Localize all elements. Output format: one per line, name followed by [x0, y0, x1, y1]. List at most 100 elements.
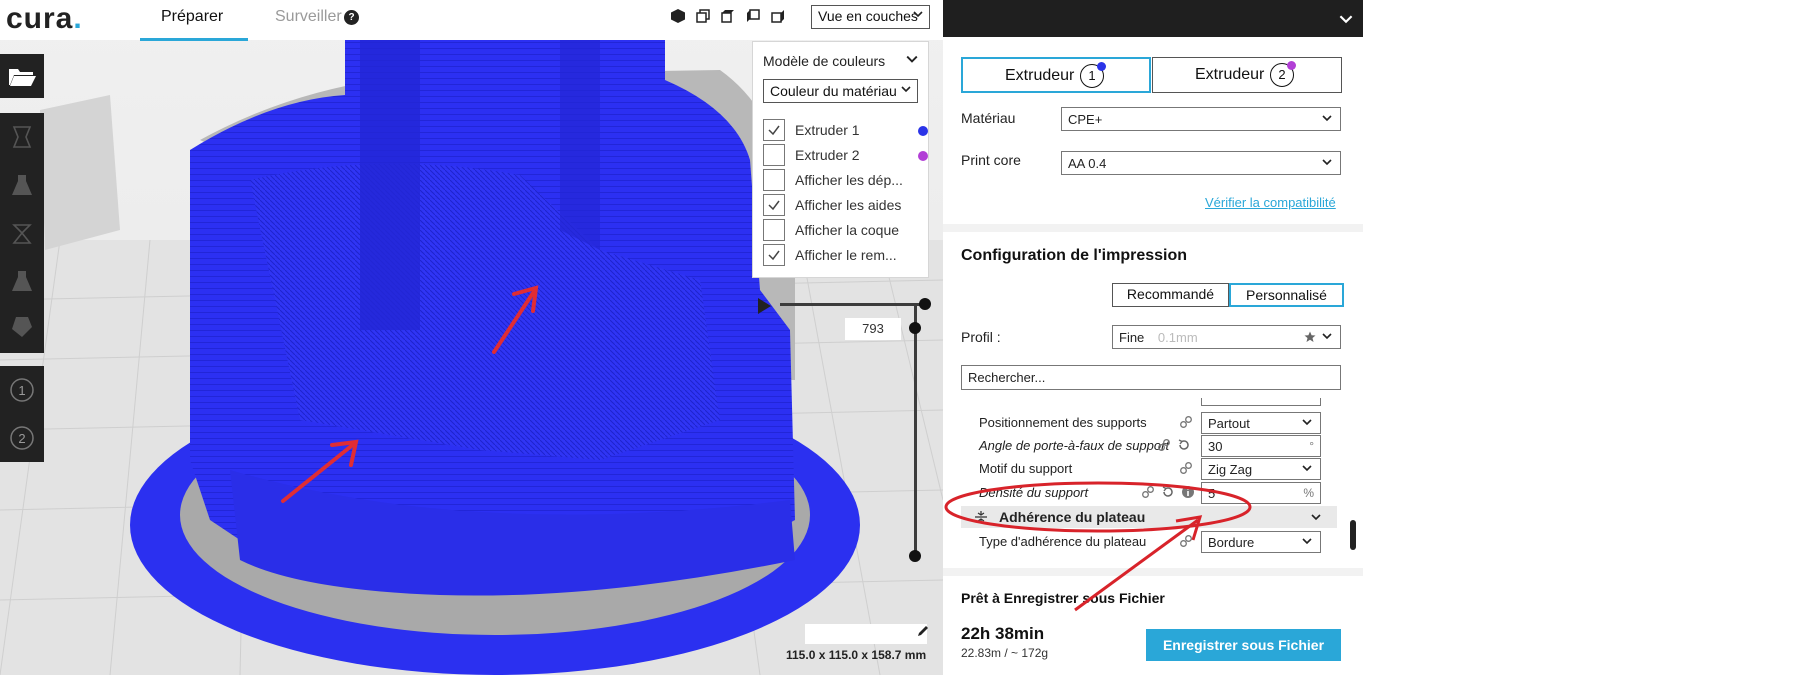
setting-select[interactable]: Partout [1201, 412, 1321, 434]
save-to-file-button[interactable]: Enregistrer sous Fichier [1146, 629, 1341, 661]
setting-select[interactable]: Zig Zag [1201, 458, 1321, 480]
printcore-select[interactable]: AA 0.4 [1061, 151, 1341, 175]
view-front-icon[interactable] [695, 8, 711, 24]
view-mode-select[interactable]: Vue en couches [811, 5, 930, 29]
rotate-icon[interactable] [6, 217, 38, 249]
setting-row-support-density[interactable]: Densité du support 5 % [961, 482, 1337, 504]
layer-slider-handle-upper[interactable] [909, 322, 921, 334]
check-compatibility-link[interactable]: Vérifier la compatibilité [1205, 195, 1336, 210]
checkbox[interactable] [763, 194, 785, 216]
settings-search-input[interactable]: Rechercher... [961, 365, 1341, 390]
setting-row-support-angle[interactable]: Angle de porte-à-faux de support 30 ° [961, 435, 1337, 457]
reset-icon[interactable] [1161, 485, 1175, 499]
adhesion-icon [975, 511, 987, 523]
print-time: 22h 38min [961, 624, 1045, 643]
setting-name: Type d'adhérence du plateau [979, 534, 1147, 549]
setting-select[interactable]: Bordure [1201, 531, 1321, 553]
link-icon[interactable] [1157, 438, 1171, 452]
extruder-toolbar: 1 2 [0, 366, 44, 462]
view-right-icon[interactable] [770, 8, 786, 24]
setting-icons [1157, 438, 1191, 452]
footer-divider [943, 568, 1363, 576]
mode-recommended-button[interactable]: Recommandé [1112, 283, 1229, 307]
extruder-number-badge: 2 [1270, 61, 1296, 87]
setting-row-support-pattern[interactable]: Motif du support Zig Zag [961, 458, 1337, 480]
per-model-settings-icon[interactable] [6, 311, 38, 343]
material-usage: 22.83m / ~ 172g [961, 646, 1049, 660]
category-build-plate-adhesion[interactable]: Adhérence du plateau [961, 506, 1337, 528]
category-label: Adhérence du plateau [999, 509, 1146, 525]
setting-input[interactable]: 30 ° [1201, 435, 1321, 457]
legend-item-label: Afficher les dép... [795, 172, 903, 188]
color-scheme-panel: Modèle de couleurs Couleur du matériau E… [752, 41, 929, 278]
checkbox[interactable] [763, 219, 785, 241]
setting-value: Bordure [1208, 535, 1255, 550]
chevron-down-icon [1322, 333, 1332, 340]
model-dimensions: 115.0 x 115.0 x 158.7 mm [786, 648, 927, 662]
printcore-label: Print core [961, 152, 1021, 168]
view-3d-icon[interactable] [670, 8, 686, 24]
extruder-number-badge: 1 [1080, 62, 1106, 88]
extruder-1-icon[interactable]: 1 [6, 374, 38, 406]
setting-value: Zig Zag [1208, 462, 1253, 477]
current-layer-number[interactable]: 793 [845, 318, 901, 340]
legend-item-label: Extruder 2 [795, 147, 860, 163]
setting-row-partial [961, 398, 1337, 406]
tab-prepare[interactable]: Préparer [161, 8, 223, 26]
profile-value: Fine [1119, 330, 1145, 345]
play-icon[interactable] [758, 298, 771, 314]
profile-select[interactable]: Fine 0.1mm [1112, 325, 1341, 349]
link-icon[interactable] [1179, 461, 1193, 475]
print-setup-title: Configuration de l'impression [961, 247, 1188, 264]
checkbox[interactable] [763, 244, 785, 266]
active-tab-indicator [140, 38, 248, 41]
link-icon[interactable] [1179, 415, 1193, 429]
extruder-2-tab[interactable]: Extrudeur 2 [1152, 57, 1342, 93]
chevron-down-icon [1302, 419, 1312, 426]
info-icon[interactable] [1181, 485, 1195, 499]
extruder-1-tab[interactable]: Extrudeur 1 [961, 57, 1151, 93]
scale-icon[interactable] [6, 169, 38, 201]
setting-icons [1141, 485, 1195, 499]
view-top-icon[interactable] [720, 8, 736, 24]
move-icon[interactable] [6, 121, 38, 153]
section-divider [943, 224, 1363, 232]
setting-name: Positionnement des supports [979, 415, 1147, 430]
svg-text:1: 1 [18, 383, 25, 398]
svg-text:2: 2 [18, 431, 25, 446]
material-select[interactable]: CPE+ [1061, 107, 1341, 131]
top-bar: cura. Préparer Surveiller ? Vue en couch… [0, 0, 943, 41]
tab-monitor[interactable]: Surveiller [275, 8, 342, 26]
checkbox[interactable] [763, 144, 785, 166]
mirror-icon[interactable] [6, 265, 38, 297]
checkbox[interactable] [763, 119, 785, 141]
view-mode-value: Vue en couches [818, 8, 918, 24]
chevron-down-icon [1311, 514, 1321, 521]
material-value: CPE+ [1068, 112, 1103, 127]
viewport-3d[interactable]: cura. Préparer Surveiller ? Vue en couch… [0, 0, 943, 675]
setting-row-adhesion-type[interactable]: Type d'adhérence du plateau Bordure [961, 531, 1337, 553]
open-folder-icon[interactable] [6, 60, 38, 92]
checkbox[interactable] [763, 169, 785, 191]
link-icon[interactable] [1179, 534, 1193, 548]
chevron-down-icon[interactable] [906, 53, 918, 65]
help-icon[interactable]: ? [344, 10, 359, 25]
setting-row-support-placement[interactable]: Positionnement des supports Partout [961, 412, 1337, 434]
legend-item-label: Afficher les aides [795, 197, 902, 213]
pencil-icon[interactable] [916, 624, 930, 638]
layer-slider-handle-top[interactable] [919, 298, 931, 310]
settings-list: Positionnement des supports Partout Angl… [961, 398, 1337, 568]
mode-custom-button[interactable]: Personnalisé [1229, 283, 1344, 307]
color-scheme-select[interactable]: Couleur du matériau [763, 79, 918, 103]
setting-value: 30 [1208, 439, 1223, 454]
star-icon[interactable] [1304, 331, 1316, 343]
settings-scrollbar[interactable] [1350, 520, 1356, 550]
link-icon[interactable] [1141, 485, 1155, 499]
profile-label: Profil : [961, 329, 1001, 345]
layer-slider-handle-lower[interactable] [909, 550, 921, 562]
reset-icon[interactable] [1177, 438, 1191, 452]
chevron-down-icon[interactable] [1339, 12, 1353, 26]
extruder-2-icon[interactable]: 2 [6, 422, 38, 454]
setting-input[interactable]: 5 % [1201, 482, 1321, 504]
view-left-icon[interactable] [745, 8, 761, 24]
